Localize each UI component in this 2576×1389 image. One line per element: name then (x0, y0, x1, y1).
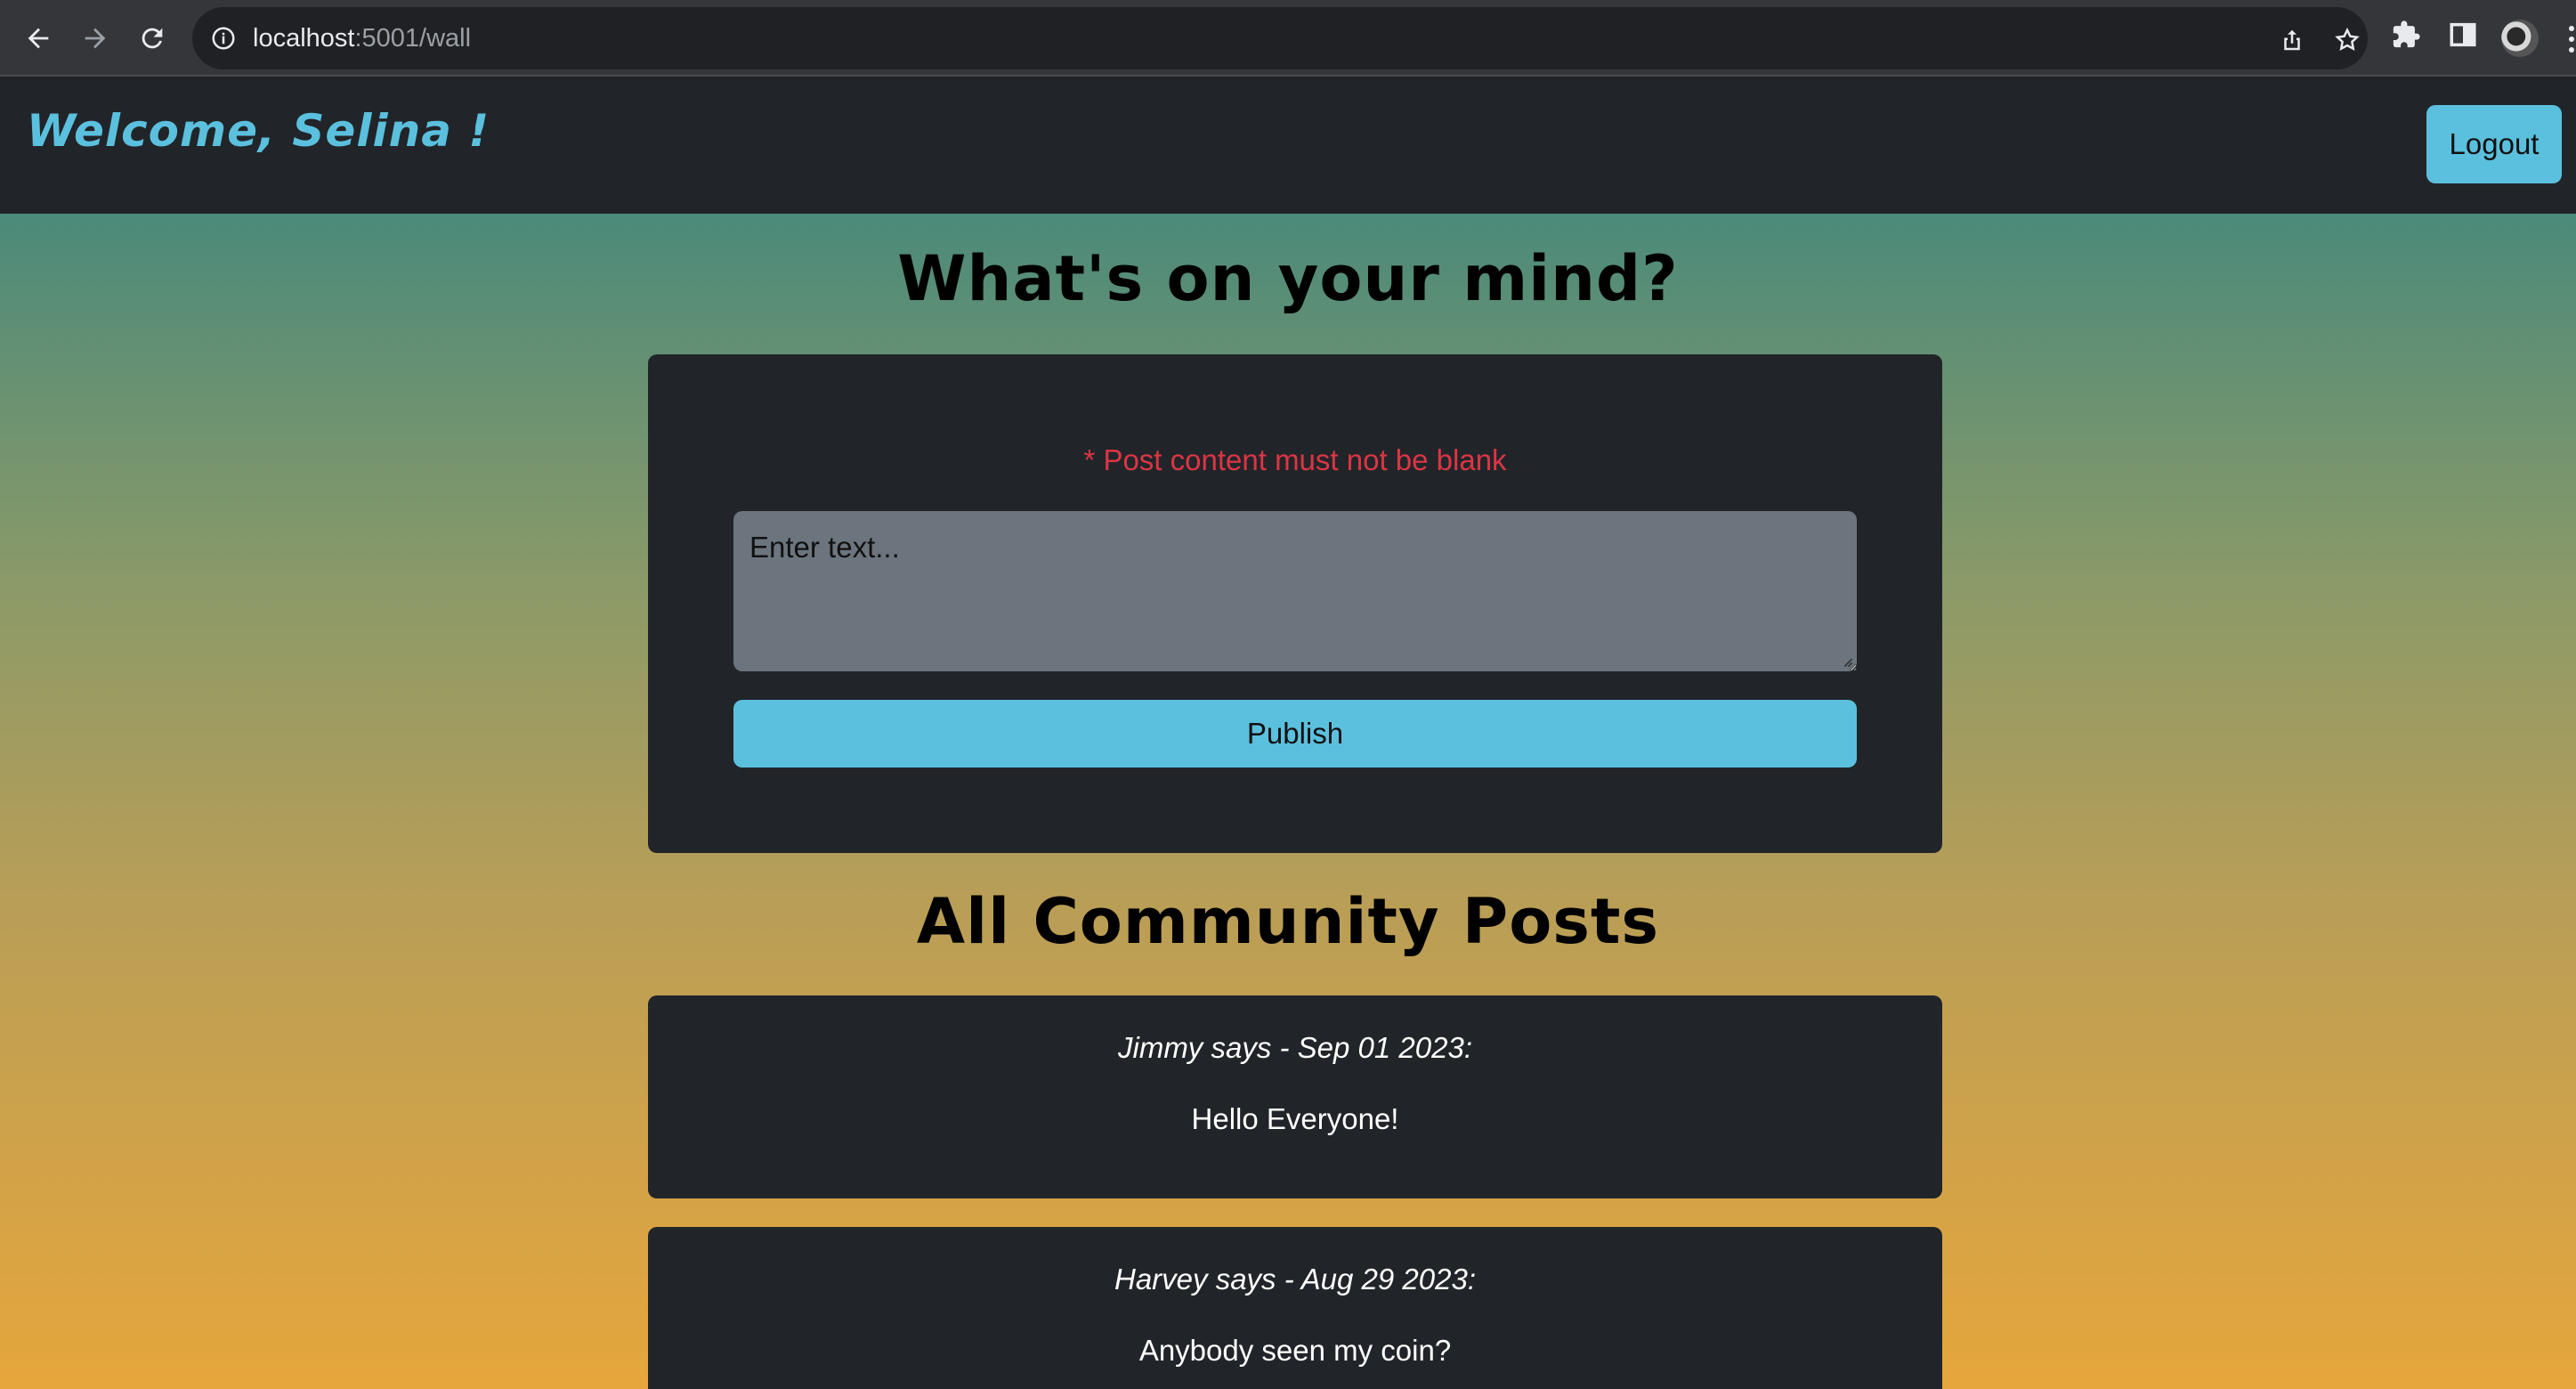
wall-page: What's on your mind? * Post content must… (0, 214, 2576, 1389)
bookmark-star-icon[interactable] (2334, 27, 2361, 53)
url-path: :5001/wall (354, 24, 472, 53)
post-meta: Jimmy says - Sep 01 2023: (1118, 1031, 1472, 1064)
back-button[interactable] (16, 16, 61, 61)
app-navbar: Welcome, Selina ! Logout (0, 78, 2576, 214)
post-card: Jimmy says - Sep 01 2023: Hello Everyone… (648, 995, 1942, 1198)
share-icon[interactable] (2279, 27, 2305, 53)
logout-button[interactable]: Logout (2426, 105, 2562, 183)
error-message: * Post content must not be blank (1083, 443, 1507, 476)
compose-card: * Post content must not be blank Publish (648, 354, 1942, 853)
post-body: Hello Everyone! (1191, 1102, 1399, 1135)
address-bar[interactable]: localhost:5001/wall (192, 7, 2368, 69)
url-host: localhost (253, 24, 355, 53)
post-content-input[interactable] (733, 511, 1857, 671)
profile-avatar[interactable] (2501, 20, 2539, 57)
forward-button[interactable] (73, 16, 117, 61)
menu-dots-icon[interactable] (2567, 23, 2576, 55)
forward-arrow-icon (85, 28, 106, 49)
info-icon[interactable] (210, 25, 237, 52)
post-meta: Harvey says - Aug 29 2023: (1114, 1263, 1476, 1296)
compose-heading: What's on your mind? (897, 242, 1679, 315)
side-panel-icon[interactable] (2448, 20, 2478, 50)
post-card: Harvey says - Aug 29 2023: Anybody seen … (648, 1227, 1942, 1389)
welcome-heading: Welcome, Selina ! (27, 105, 490, 157)
extensions-puzzle-icon[interactable] (2391, 20, 2421, 50)
back-arrow-icon (28, 28, 49, 49)
reload-button[interactable] (130, 16, 174, 61)
url-text[interactable]: localhost:5001/wall (253, 24, 471, 53)
reload-icon (142, 28, 163, 49)
browser-toolbar: localhost:5001/wall (0, 0, 2576, 77)
publish-button[interactable]: Publish (733, 700, 1857, 768)
post-body: Anybody seen my coin? (1138, 1334, 1452, 1367)
posts-heading: All Community Posts (916, 885, 1660, 958)
resize-grip-icon[interactable] (1841, 655, 1853, 668)
